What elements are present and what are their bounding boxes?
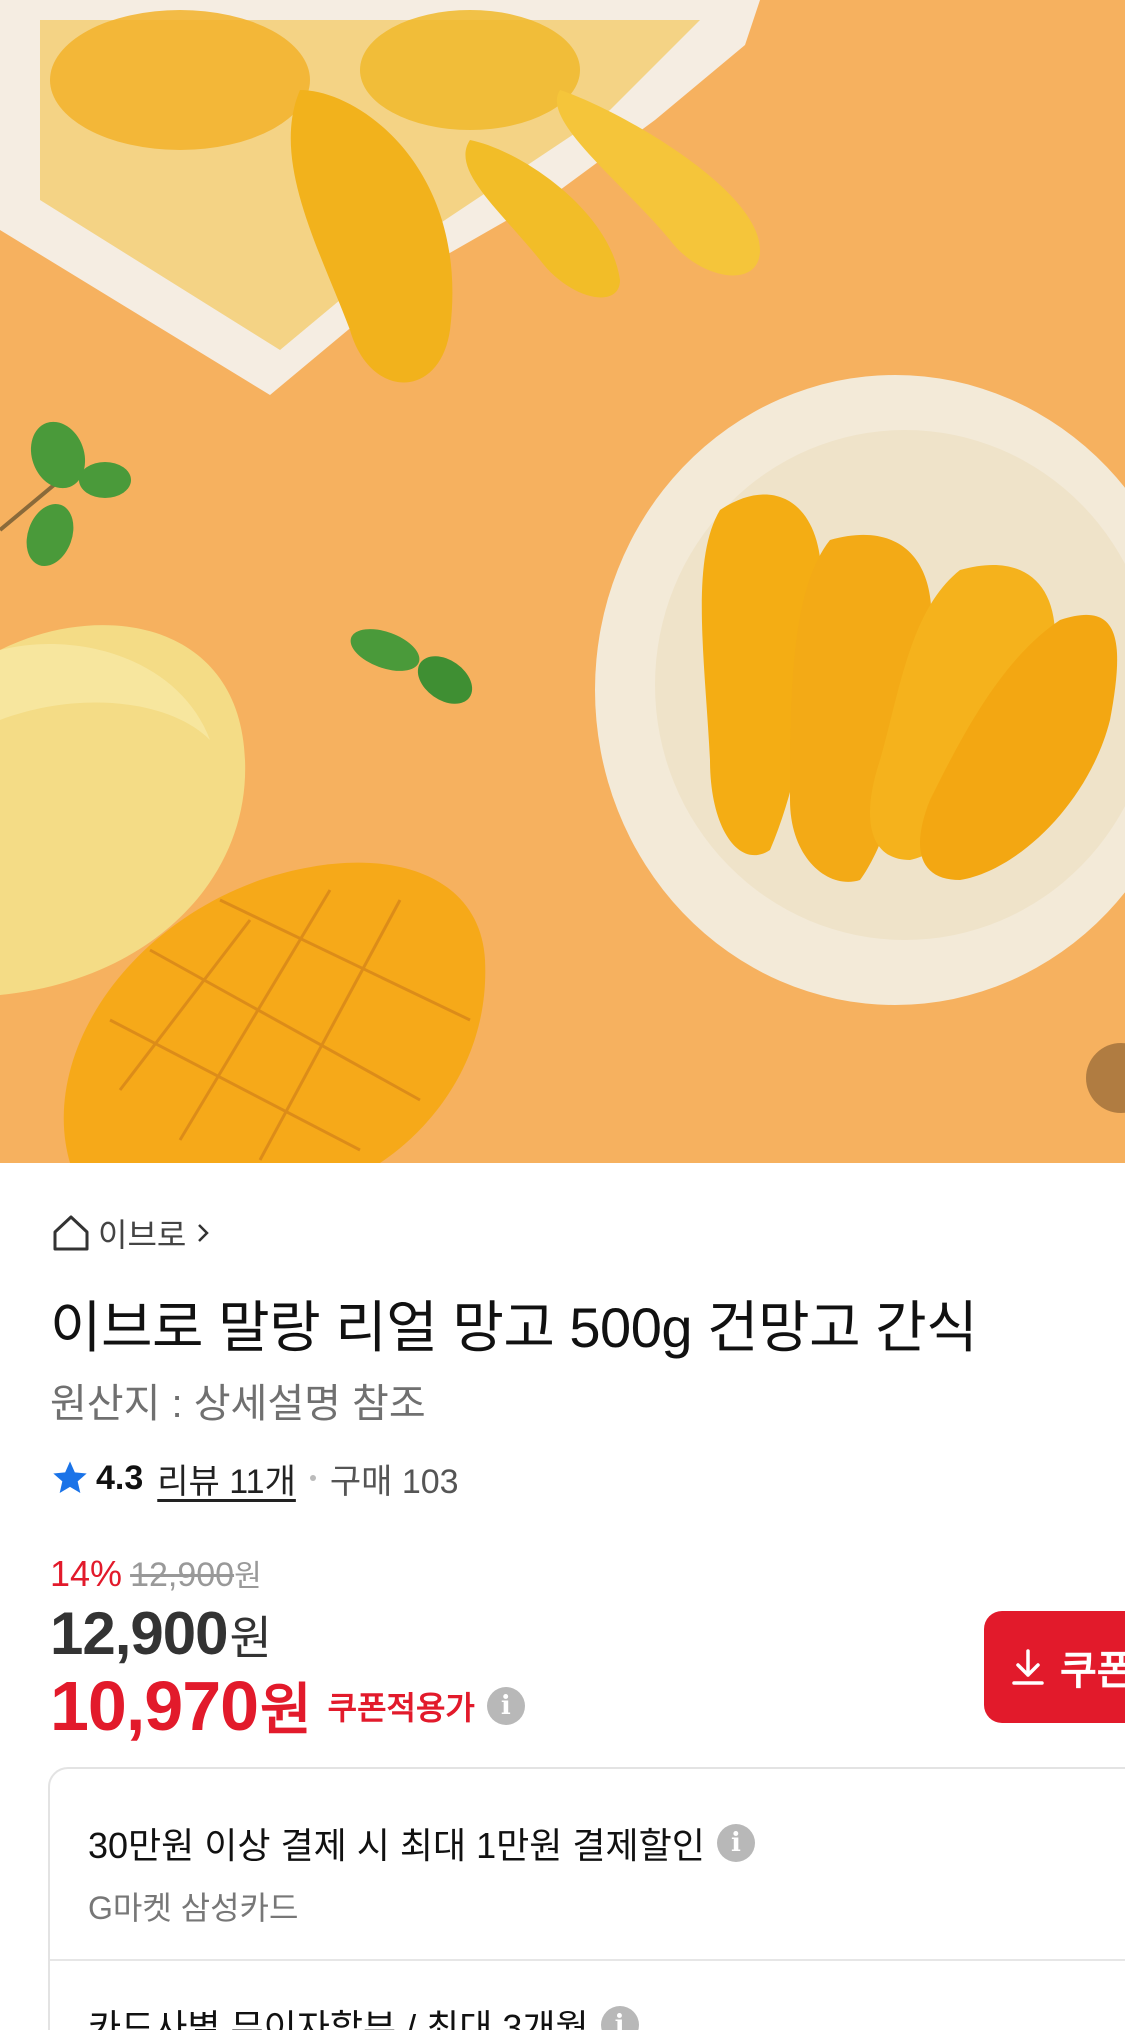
benefit-card[interactable]: 30만원 이상 결제 시 최대 1만원 결제할인 i G마켓 삼성카드 카드사별… xyxy=(48,1767,1125,2030)
breadcrumb[interactable]: 이브로 xyxy=(50,1211,214,1255)
discount-row: 14% 12,900 원 xyxy=(50,1551,262,1597)
coupon-download-button[interactable]: 쿠폰 xyxy=(984,1611,1125,1723)
product-title: 이브로 말랑 리얼 망고 500g 건망고 간식 xyxy=(50,1296,978,1359)
price-row: 12,900 원 xyxy=(50,1599,272,1668)
coupon-price-unit: 원 xyxy=(260,1678,312,1741)
original-price-unit: 원 xyxy=(234,1560,262,1593)
benefit-title: 30만원 이상 결제 시 최대 1만원 결제할인 xyxy=(88,1825,705,1866)
benefit-item[interactable]: 카드사별 무이자할부 / 최대 3개월 i xyxy=(88,1999,639,2030)
info-icon[interactable]: i xyxy=(716,1824,755,1862)
benefit-title-row: 카드사별 무이자할부 / 최대 3개월 i xyxy=(88,1999,639,2030)
product-image[interactable] xyxy=(0,0,1125,1163)
product-photo xyxy=(0,0,1125,1163)
benefit-title-row: 30만원 이상 결제 시 최대 1만원 결제할인 i xyxy=(88,1817,755,1869)
price-unit: 원 xyxy=(229,1612,272,1664)
rating-row: 4.3 리뷰 11개 구매 103 xyxy=(50,1453,459,1503)
chevron-right-icon xyxy=(192,1222,214,1244)
original-price: 12,900 xyxy=(130,1556,235,1594)
purchase-count: 구매 103 xyxy=(329,1462,459,1501)
info-icon[interactable]: i xyxy=(486,1686,525,1725)
coupon-price-label: 쿠폰적용가 xyxy=(327,1689,475,1726)
price: 12,900 xyxy=(50,1600,229,1667)
benefit-subtitle: G마켓 삼성카드 xyxy=(88,1890,299,1926)
store-name[interactable]: 이브로 xyxy=(98,1210,186,1256)
divider xyxy=(50,1959,1125,1961)
coupon-price-row: 10,970 원 쿠폰적용가 i xyxy=(50,1665,525,1746)
coupon-price: 10,970 xyxy=(50,1666,259,1745)
rating-score: 4.3 xyxy=(96,1458,144,1497)
download-icon xyxy=(1010,1647,1046,1687)
product-info: 이브로 이브로 말랑 리얼 망고 500g 건망고 간식 원산지 : 상세설명 … xyxy=(0,1163,1125,2030)
coupon-button-label: 쿠폰 xyxy=(1060,1649,1125,1693)
separator-dot xyxy=(309,1475,316,1481)
home-icon xyxy=(50,1212,92,1254)
discount-percent: 14% xyxy=(50,1553,123,1594)
benefit-item[interactable]: 30만원 이상 결제 시 최대 1만원 결제할인 i G마켓 삼성카드 xyxy=(88,1817,755,1929)
product-origin: 원산지 : 상세설명 참조 xyxy=(50,1382,426,1426)
star-icon xyxy=(50,1458,90,1498)
review-count-link[interactable]: 리뷰 11개 xyxy=(157,1454,296,1503)
benefit-title: 카드사별 무이자할부 / 최대 3개월 xyxy=(88,2007,589,2030)
info-icon[interactable]: i xyxy=(600,2006,639,2030)
